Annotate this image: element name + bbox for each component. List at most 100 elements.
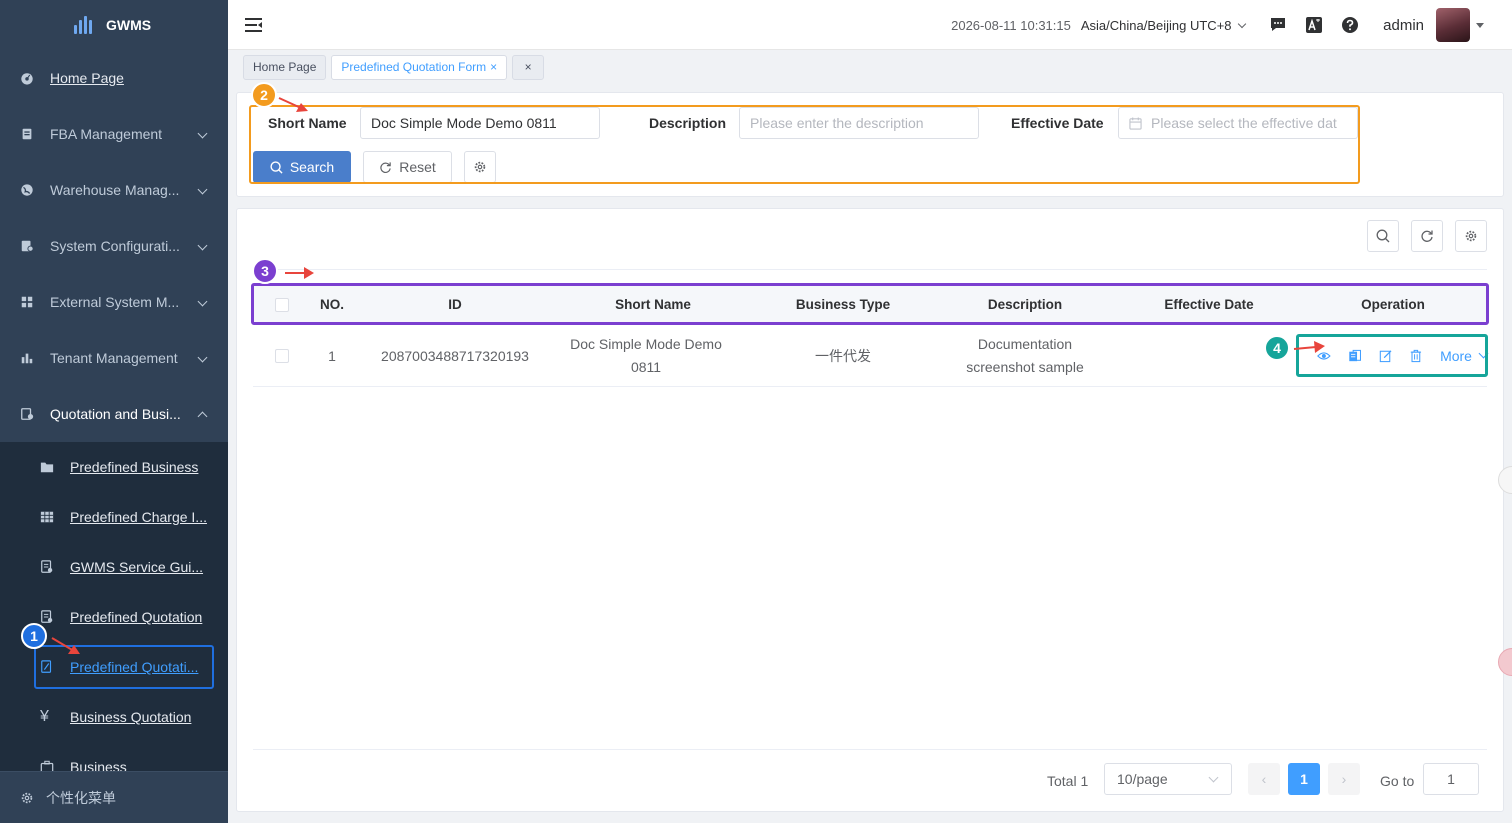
caret-down-icon[interactable] [1476,22,1484,28]
column-header-business-type[interactable]: Business Type [753,285,933,325]
submenu-item-gwms-service-guide[interactable]: GWMS Service Gui... [0,542,228,592]
column-header-id[interactable]: ID [367,285,543,325]
config-icon [21,240,34,252]
copy-doc-icon[interactable] [1348,349,1362,363]
column-header-effective-date[interactable]: Effective Date [1119,285,1299,325]
column-header-no[interactable]: NO. [297,285,367,325]
submenu-item-predefined-quotation-form[interactable]: Predefined Quotati... [0,642,228,692]
sidebar-item-label: Home Page [50,70,124,86]
column-header-description[interactable]: Description [925,285,1125,325]
search-icon [1376,229,1390,243]
chevron-down-icon [1237,19,1247,28]
refresh-icon [1421,230,1433,242]
quotation-icon [21,408,34,420]
sidebar-item-fba[interactable]: FBA Management [0,106,228,162]
tag-home-page[interactable]: Home Page [243,55,327,80]
table-header: NO. ID Short Name Business Type Descript… [253,285,1487,325]
pagination-divider [253,749,1487,750]
search-icon [270,160,283,174]
sidebar: GWMS Home Page FBA Management Warehouse … [0,0,228,823]
hamburger-icon[interactable] [245,18,262,32]
globe-icon [21,184,33,196]
folder-icon [40,462,54,473]
table-row: 1 2087003488717320193 Doc Simple Mode De… [253,325,1489,387]
effective-date-placeholder: Please select the effective dat [1151,115,1337,131]
timezone-selector[interactable]: Asia/China/Beijing UTC+8 [1080,17,1247,33]
submenu-item-label: Business Quotation [70,709,192,725]
annotation-badge-3: 3 [252,258,278,284]
search-button[interactable]: Search [253,151,351,183]
annotation-badge-1: 1 [21,623,47,649]
next-page-button[interactable]: › [1328,763,1360,795]
quotation-submenu: Predefined Business Predefined Charge I.… [0,442,228,792]
checkbox[interactable] [275,349,289,363]
goto-page-input[interactable]: 1 [1423,763,1479,795]
column-settings-button[interactable] [1455,220,1487,252]
sidebar-item-system-config[interactable]: System Configurati... [0,218,228,274]
toolbar-divider [253,269,1487,270]
search-settings-button[interactable] [464,151,496,183]
document-icon [41,610,53,623]
app-logo[interactable]: GWMS [0,0,228,50]
toggle-search-button[interactable] [1367,220,1399,252]
column-header-short-name[interactable]: Short Name [553,285,753,325]
annotation-badge-4: 4 [1264,335,1290,361]
checkbox[interactable] [275,298,289,312]
message-icon[interactable] [1269,16,1287,34]
translate-icon[interactable] [1305,16,1323,34]
close-icon[interactable]: × [525,60,532,74]
submenu-item-business-quotation[interactable]: ¥ Business Quotation [0,692,228,742]
dashboard-icon [21,73,33,85]
cell-business-type: 一件代发 [815,347,871,364]
gear-icon [474,161,486,173]
tag-close-all[interactable]: × [512,55,545,80]
chevron-down-icon [1478,348,1489,358]
more-label: More [1440,347,1472,364]
sidebar-item-quotation-business[interactable]: Quotation and Busi... [0,386,228,442]
description-input[interactable] [739,107,979,139]
more-dropdown[interactable]: More [1440,345,1489,368]
effective-date-label: Effective Date [1011,115,1104,131]
delete-icon[interactable] [1409,349,1423,363]
submenu-item-predefined-business[interactable]: Predefined Business [0,442,228,492]
gear-icon [1465,230,1477,242]
edit-icon[interactable] [1379,349,1393,363]
avatar[interactable] [1436,8,1470,42]
sidebar-item-warehouse[interactable]: Warehouse Manag... [0,162,228,218]
current-datetime: 2026-08-11 10:31:15 [951,17,1071,33]
close-icon[interactable]: × [490,60,497,74]
chevron-down-icon [1208,772,1219,783]
fba-icon [22,128,32,140]
short-name-label: Short Name [268,115,347,131]
page-number-button[interactable]: 1 [1288,763,1320,795]
prev-page-button[interactable]: ‹ [1248,763,1280,795]
cell-operation: More [1299,325,1489,387]
search-form-card: Short Name Description Effective Date Pl… [236,92,1504,197]
sidebar-item-external-system[interactable]: External System M... [0,274,228,330]
refresh-table-button[interactable] [1411,220,1443,252]
page-size-value: 10/page [1117,771,1168,787]
help-icon[interactable] [1341,16,1359,34]
sidebar-item-tenant[interactable]: Tenant Management [0,330,228,386]
sidebar-item-home[interactable]: Home Page [0,50,228,106]
cell-short-name: Doc Simple Mode Demo 0811 [570,336,722,375]
tags-view: Home Page Predefined Quotation Form × × [243,55,545,80]
effective-date-picker[interactable]: Please select the effective dat [1118,107,1358,139]
reset-button-label: Reset [399,159,436,175]
column-header-operation: Operation [1361,297,1425,312]
description-label: Description [649,115,727,131]
logo-icon [74,16,92,34]
tag-predefined-quotation-form[interactable]: Predefined Quotation Form × [331,55,508,80]
submenu-item-label: Predefined Quotati... [70,659,199,675]
timezone-label: Asia/China/Beijing UTC+8 [1080,17,1232,33]
annotation-arrow-4 [1293,341,1325,353]
table-card: NO. ID Short Name Business Type Descript… [236,208,1504,812]
tag-label: Predefined Quotation Form [341,60,487,74]
submenu-item-predefined-charge[interactable]: Predefined Charge I... [0,492,228,542]
page-size-select[interactable]: 10/page [1104,763,1232,795]
username[interactable]: admin [1383,17,1424,34]
personalized-menu[interactable]: 个性化菜单 [0,771,228,823]
cell-no: 1 [328,347,336,364]
short-name-input[interactable] [360,107,600,139]
reset-button[interactable]: Reset [363,151,452,183]
